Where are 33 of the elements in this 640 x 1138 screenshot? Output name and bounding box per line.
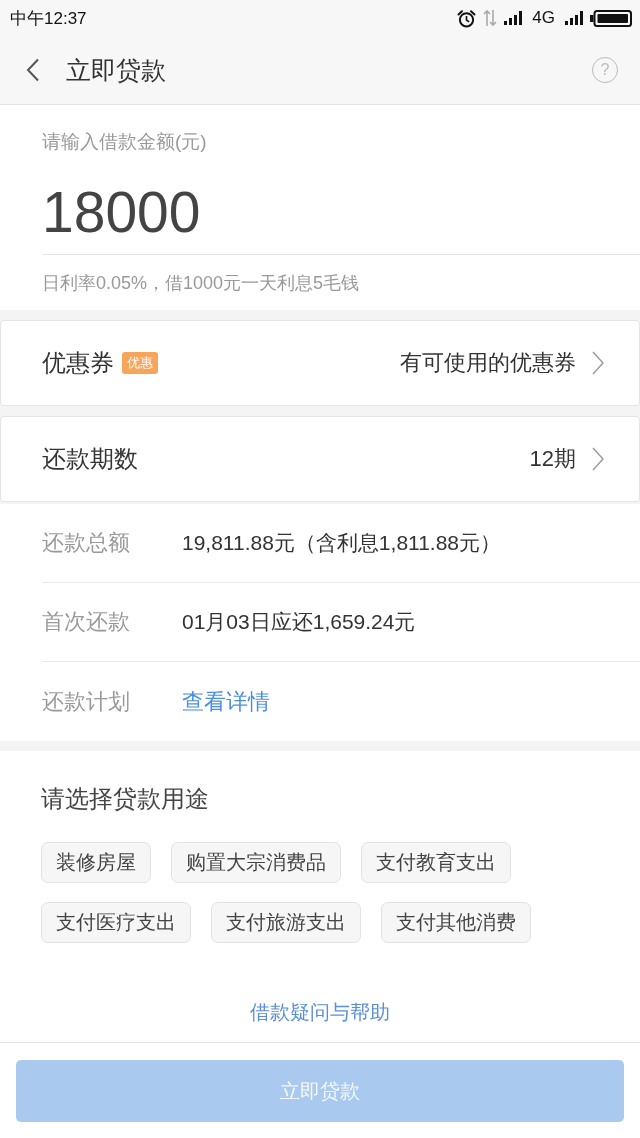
detail-value: 19,811.88元（含利息1,811.88元） [182,530,502,556]
purpose-chip[interactable]: 购置大宗消费品 [171,842,341,883]
status-time: 中午12:37 [10,7,87,30]
detail-label: 还款总额 [42,530,130,555]
up-down-arrows-icon [483,9,498,27]
option-row[interactable]: 优惠券 优惠 有可使用的优惠券 [0,320,640,406]
signal-icon [565,11,583,25]
row-label: 还款期数 [42,444,138,474]
row-label: 优惠券 [42,348,114,378]
detail-label: 首次还款 [42,609,130,634]
discount-tag: 优惠 [122,352,158,374]
battery-icon [590,9,632,27]
signal-icon [504,11,523,25]
option-row[interactable]: 还款期数 12期 [0,416,640,502]
purpose-chip[interactable]: 装修房屋 [41,842,151,883]
purpose-chip[interactable]: 支付旅游支出 [211,902,361,943]
row-value: 有可使用的优惠券 [400,349,576,377]
amount-input[interactable]: 18000 [42,180,640,255]
detail-label: 还款计划 [42,688,130,714]
page-title: 立即贷款 [66,54,166,86]
alarm-clock-icon [457,8,477,28]
back-icon[interactable] [26,58,40,82]
interest-note: 日利率0.05%，借1000元一天利息5毛钱 [42,272,360,294]
chevron-right-icon [592,351,604,375]
row-value: 12期 [529,445,576,473]
purpose-chip[interactable]: 支付医疗支出 [41,902,191,943]
purpose-chip[interactable]: 支付教育支出 [361,842,511,883]
chevron-right-icon [592,447,604,471]
purpose-chip[interactable]: 支付其他消费 [381,902,531,943]
detail-value: 01月03日应还1,659.24元 [182,609,416,635]
amount-label: 请输入借款金额(元) [42,132,207,152]
section-title: 请选择贷款用途 [41,784,209,814]
network-type: 4G [532,8,555,28]
